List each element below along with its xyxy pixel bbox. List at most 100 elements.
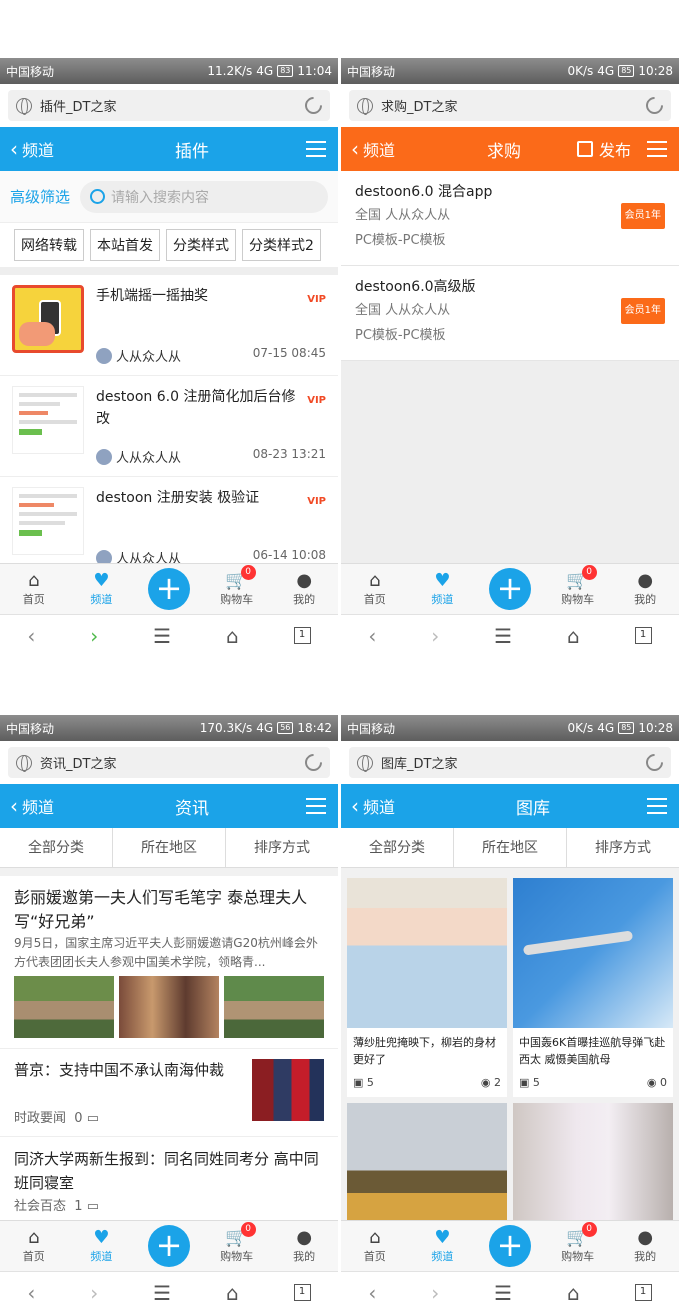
filter-sort[interactable]: 排序方式 (226, 828, 338, 867)
nav-channel[interactable]: ♥ 频道 (409, 1228, 477, 1264)
heart-icon: ♥ (93, 1227, 110, 1248)
nav-mine[interactable]: ● 我的 (270, 1228, 338, 1264)
gallery-card[interactable]: 中国轰6K首曝挂巡航导弹飞赴西太 威慑美国航母 ▣ 5 ◉ 0 (513, 878, 673, 1097)
list-item[interactable]: destoon6.0高级版 全国 人从众人从 会员1年 PC模板-PC模板 (341, 266, 679, 361)
list-item[interactable]: 同济大学两新生报到：同名同姓同考分 高中同班同寝室 社会百态 1 ▭ (0, 1137, 338, 1220)
net-speed: 0K/s (567, 721, 594, 735)
browser-tabs-icon[interactable]: 1 (293, 627, 311, 644)
browser-tabs-icon[interactable]: 1 (634, 627, 652, 644)
browser-forward-icon[interactable]: › (90, 1281, 98, 1305)
nav-home[interactable]: ⌂ 首页 (341, 571, 409, 607)
browser-back-icon[interactable]: ‹ (27, 1281, 35, 1305)
back-button[interactable]: ‹ 频道 (0, 137, 90, 161)
nav-add[interactable]: + (135, 568, 203, 610)
publish-button[interactable]: 发布 (576, 137, 631, 161)
back-label: 频道 (22, 141, 55, 160)
list-item[interactable]: destoon 注册安装 极验证 VIP 人从众人从 06-14 10:08 (0, 477, 338, 563)
nav-home[interactable]: ⌂ 首页 (341, 1228, 409, 1264)
reload-icon[interactable] (642, 93, 667, 118)
list-item[interactable]: 彭丽媛邀第一夫人们写毛笔字 泰总理夫人写“好兄弟” 9月5日，国家主席习近平夫人… (0, 868, 338, 1049)
nav-add[interactable]: + (476, 568, 544, 610)
back-button[interactable]: ‹ 频道 (341, 137, 431, 161)
list-item[interactable]: 普京：支持中国不承认南海仲裁 时政要闻 0 ▭ (0, 1049, 338, 1137)
back-button[interactable]: ‹ 频道 (0, 794, 90, 818)
filter-category[interactable]: 全部分类 (0, 828, 113, 867)
tag-item[interactable]: 分类样式2 (242, 229, 321, 261)
browser-menu-icon[interactable]: ☰ (153, 1281, 171, 1305)
browser-home-icon[interactable]: ⌂ (226, 624, 239, 648)
nav-home[interactable]: ⌂ 首页 (0, 571, 68, 607)
item-title: destoon6.0 混合app (355, 184, 493, 200)
net-speed: 170.3K/s (199, 721, 253, 735)
address-bar[interactable]: 插件_DT之家 (8, 90, 330, 121)
gallery-grid: 薄纱肚兜掩映下，柳岩的身材更好了 ▣ 5 ◉ 2 中国轰6K首曝挂巡航导弹飞赴西太… (341, 868, 679, 1220)
reload-icon[interactable] (301, 93, 326, 118)
list-item[interactable]: destoon 6.0 注册简化加后台修改 VIP 人从众人从 08-23 13:2… (0, 376, 338, 477)
list-item[interactable]: 手机端摇一摇抽奖 VIP 人从众人从 07-15 08:45 (0, 275, 338, 376)
browser-forward-icon[interactable]: › (431, 624, 439, 648)
browser-home-icon[interactable]: ⌂ (567, 624, 580, 648)
browser-nav: ‹ › ☰ ⌂ 1 (0, 1271, 338, 1313)
browser-home-icon[interactable]: ⌂ (567, 1281, 580, 1305)
nav-add[interactable]: + (135, 1225, 203, 1267)
menu-icon[interactable] (635, 141, 679, 157)
nav-home-label: 首页 (363, 593, 386, 606)
tag-item[interactable]: 网络转载 (14, 229, 84, 261)
gallery-card[interactable]: 薄纱肚兜掩映下，柳岩的身材更好了 ▣ 5 ◉ 2 (347, 878, 507, 1097)
member-badge: 会员1年 (620, 298, 665, 324)
browser-forward-icon[interactable]: › (431, 1281, 439, 1305)
advanced-filter-link[interactable]: 高级筛选 (10, 186, 70, 207)
browser-home-icon[interactable]: ⌂ (226, 1281, 239, 1305)
address-bar[interactable]: 图库_DT之家 (349, 747, 671, 778)
app-header: ‹ 频道 图库 (341, 784, 679, 828)
search-input[interactable]: 请输入搜索内容 (80, 180, 328, 213)
plus-icon[interactable]: + (147, 568, 190, 610)
browser-menu-icon[interactable]: ☰ (494, 1281, 512, 1305)
nav-add[interactable]: + (476, 1225, 544, 1267)
menu-icon[interactable] (294, 141, 338, 157)
heart-icon: ♥ (434, 570, 451, 591)
plus-icon[interactable]: + (488, 1225, 531, 1267)
clock: 18:42 (297, 721, 332, 735)
filter-sort[interactable]: 排序方式 (567, 828, 679, 867)
browser-back-icon[interactable]: ‹ (368, 624, 376, 648)
nav-channel[interactable]: ♥ 频道 (68, 1228, 136, 1264)
nav-cart[interactable]: 🛒 0 购物车 (544, 565, 612, 607)
nav-mine[interactable]: ● 我的 (611, 571, 679, 607)
nav-channel[interactable]: ♥ 频道 (68, 571, 136, 607)
browser-menu-icon[interactable]: ☰ (494, 624, 512, 648)
browser-back-icon[interactable]: ‹ (368, 1281, 376, 1305)
menu-icon[interactable] (635, 798, 679, 814)
browser-tabs-icon[interactable]: 1 (634, 1284, 652, 1301)
nav-home[interactable]: ⌂ 首页 (0, 1228, 68, 1264)
tag-item[interactable]: 本站首发 (90, 229, 160, 261)
plus-icon[interactable]: + (488, 568, 531, 610)
nav-channel[interactable]: ♥ 频道 (409, 571, 477, 607)
browser-back-icon[interactable]: ‹ (27, 624, 35, 648)
address-bar[interactable]: 求购_DT之家 (349, 90, 671, 121)
vip-badge: VIP (307, 294, 326, 305)
browser-menu-icon[interactable]: ☰ (153, 624, 171, 648)
browser-tabs-icon[interactable]: 1 (293, 1284, 311, 1301)
nav-cart[interactable]: 🛒 0 购物车 (544, 1222, 612, 1264)
nav-cart[interactable]: 🛒 0 购物车 (203, 1222, 271, 1264)
gallery-card[interactable] (347, 1103, 507, 1220)
reload-icon[interactable] (642, 750, 667, 775)
browser-forward-icon[interactable]: › (90, 624, 98, 648)
filter-region[interactable]: 所在地区 (113, 828, 226, 867)
address-bar[interactable]: 资讯_DT之家 (8, 747, 330, 778)
filter-category[interactable]: 全部分类 (341, 828, 454, 867)
plus-icon[interactable]: + (147, 1225, 190, 1267)
filter-region[interactable]: 所在地区 (454, 828, 567, 867)
gallery-card[interactable] (513, 1103, 673, 1220)
nav-mine[interactable]: ● 我的 (611, 1228, 679, 1264)
back-button[interactable]: ‹ 频道 (341, 794, 431, 818)
nav-mine[interactable]: ● 我的 (270, 571, 338, 607)
reload-icon[interactable] (301, 750, 326, 775)
list-item[interactable]: destoon6.0 混合app 全国 人从众人从 会员1年 PC模板-PC模板 (341, 171, 679, 266)
carrier: 中国移动 (347, 64, 396, 79)
menu-icon[interactable] (294, 798, 338, 814)
tag-item[interactable]: 分类样式 (166, 229, 236, 261)
filter-bar: 全部分类 所在地区 排序方式 (0, 828, 338, 868)
nav-cart[interactable]: 🛒 0 购物车 (203, 565, 271, 607)
